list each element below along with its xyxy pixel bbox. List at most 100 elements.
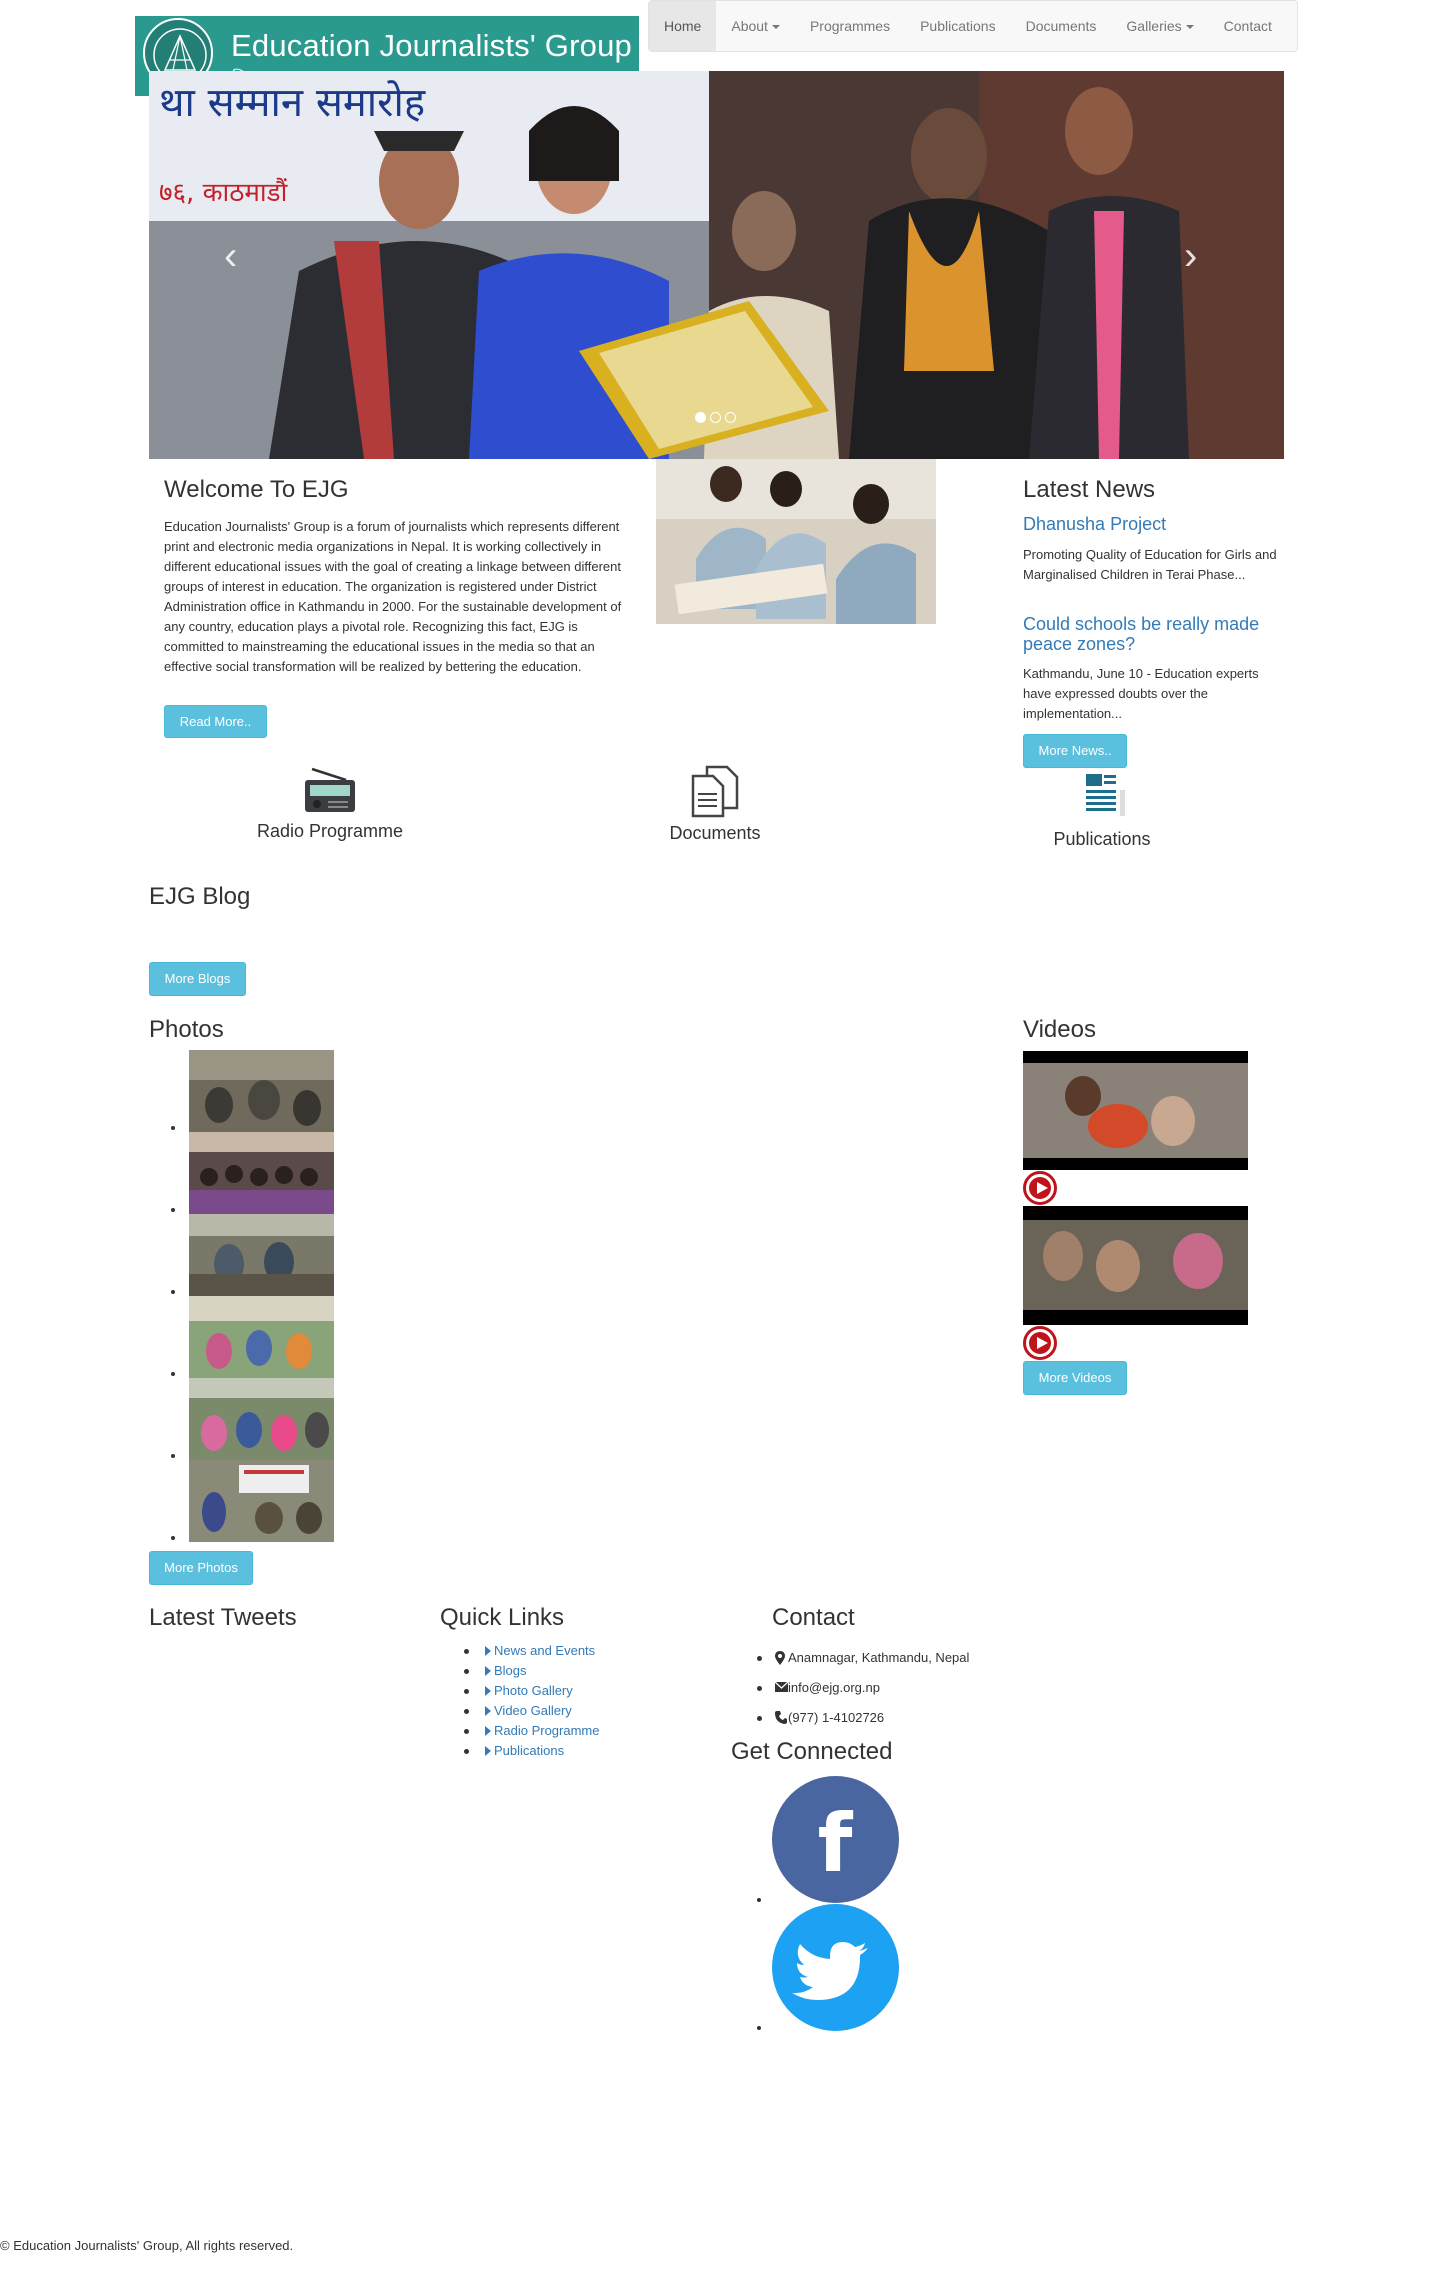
chevron-right-icon xyxy=(485,1666,491,1676)
video-thumbnail[interactable] xyxy=(1023,1206,1248,1325)
more-videos-button[interactable]: More Videos xyxy=(1023,1361,1127,1395)
nav-about-label: About xyxy=(731,18,768,34)
quick-link-label: News and Events xyxy=(494,1643,596,1658)
documents-icon xyxy=(691,765,739,818)
facebook-letter: f xyxy=(818,1797,854,1890)
list-bullet xyxy=(464,1729,469,1734)
list-bullet xyxy=(464,1649,469,1654)
photo-item[interactable] xyxy=(149,1050,349,1132)
radio-icon xyxy=(305,767,355,812)
list-bullet xyxy=(464,1669,469,1674)
welcome-title: Welcome To EJG xyxy=(164,476,349,503)
photo-thumbnail[interactable] xyxy=(189,1132,334,1214)
feature-radio-label: Radio Programme xyxy=(256,821,404,841)
nav-publications-label: Publications xyxy=(920,18,996,34)
photo-item[interactable] xyxy=(149,1132,349,1214)
list-bullet xyxy=(757,1656,762,1661)
list-bullet xyxy=(757,1686,762,1691)
quick-links-list: News and Events Blogs Photo Gallery Vide… xyxy=(462,1641,600,1761)
feature-documents-label: Documents xyxy=(669,823,761,843)
nav-contact[interactable]: Contact xyxy=(1209,1,1287,51)
list-bullet xyxy=(171,1372,175,1376)
nav-programmes[interactable]: Programmes xyxy=(795,1,905,51)
more-blogs-button[interactable]: More Blogs xyxy=(149,962,246,996)
nav-home[interactable]: Home xyxy=(649,1,717,51)
carousel-indicator[interactable] xyxy=(695,412,706,423)
carousel-indicator[interactable] xyxy=(710,412,721,423)
feature-documents[interactable]: Documents xyxy=(605,764,825,844)
quick-link-label: Publications xyxy=(494,1743,565,1758)
news-item-title[interactable]: Dhanusha Project xyxy=(1023,514,1283,534)
video-thumbnail[interactable] xyxy=(1023,1051,1248,1170)
photo-thumbnail[interactable] xyxy=(189,1378,334,1460)
photo-item[interactable] xyxy=(149,1460,349,1542)
quick-link-label: Photo Gallery xyxy=(494,1683,573,1698)
welcome-text: Education Journalists' Group is a forum … xyxy=(164,519,622,674)
publications-icon xyxy=(1082,771,1125,819)
news-item-text: Kathmandu, June 10 - Education experts h… xyxy=(1023,666,1259,721)
chevron-right-icon xyxy=(485,1686,491,1696)
feature-publications-label: Publications xyxy=(1053,829,1151,849)
photo-thumbnail[interactable] xyxy=(189,1296,334,1378)
chevron-right-icon xyxy=(485,1726,491,1736)
nav-programmes-label: Programmes xyxy=(809,18,891,34)
quick-links-title: Quick Links xyxy=(440,1604,565,1631)
copyright: © Education Journalists' Group, All righ… xyxy=(0,2238,294,2253)
list-bullet xyxy=(757,2026,761,2030)
carousel-indicator[interactable] xyxy=(725,412,736,423)
quick-link-label: Video Gallery xyxy=(494,1703,572,1718)
caret-down-icon xyxy=(1185,25,1194,30)
contact-phone-text: (977) 1-4102726 xyxy=(788,1710,885,1725)
photos-title: Photos xyxy=(149,1016,224,1043)
nav-about[interactable]: About xyxy=(716,1,795,51)
carousel-indicators xyxy=(695,412,736,423)
quick-link[interactable]: Photo Gallery xyxy=(462,1681,600,1701)
quick-link[interactable]: Radio Programme xyxy=(462,1721,600,1741)
list-bullet xyxy=(171,1536,175,1540)
carousel-next-button[interactable]: › xyxy=(1184,236,1197,276)
twitter-icon[interactable] xyxy=(772,1904,899,2031)
envelope-icon xyxy=(775,1681,788,1692)
videos-title: Videos xyxy=(1023,1016,1096,1043)
carousel-prev-button[interactable]: ‹ xyxy=(224,236,237,276)
chevron-right-icon xyxy=(485,1646,491,1656)
list-bullet xyxy=(464,1689,469,1694)
play-icon[interactable] xyxy=(1023,1171,1057,1205)
hero-carousel: था सम्मान समारोह ७६, काठमाडौं ‹ › xyxy=(149,71,1284,459)
facebook-icon[interactable]: f xyxy=(772,1776,899,1903)
nav-galleries-label: Galleries xyxy=(1126,18,1182,34)
photo-item[interactable] xyxy=(149,1378,349,1460)
more-photos-button[interactable]: More Photos xyxy=(149,1551,253,1585)
photo-item[interactable] xyxy=(149,1214,349,1296)
nav-documents-label: Documents xyxy=(1025,18,1097,34)
photo-thumbnail[interactable] xyxy=(189,1460,334,1542)
caret-down-icon xyxy=(771,25,780,30)
contact-email-text[interactable]: info@ejg.org.np xyxy=(788,1678,880,1698)
list-bullet xyxy=(171,1454,175,1458)
list-bullet xyxy=(757,1716,762,1721)
photo-item[interactable] xyxy=(149,1296,349,1378)
more-news-button[interactable]: More News.. xyxy=(1023,734,1127,768)
nav-publications[interactable]: Publications xyxy=(905,1,1011,51)
play-icon[interactable] xyxy=(1023,1326,1057,1360)
list-bullet xyxy=(171,1126,175,1130)
feature-radio-programme[interactable]: Radio Programme xyxy=(220,766,440,842)
quick-link[interactable]: Publications xyxy=(462,1741,600,1761)
quick-link[interactable]: News and Events xyxy=(462,1641,600,1661)
quick-link[interactable]: Blogs xyxy=(462,1661,600,1681)
latest-news-title: Latest News xyxy=(1023,476,1156,503)
students-image xyxy=(656,459,936,624)
photo-thumbnail[interactable] xyxy=(189,1050,334,1132)
news-item-title[interactable]: Could schools be really made peace zones… xyxy=(1023,614,1283,654)
feature-publications[interactable]: Publications xyxy=(992,768,1212,850)
banner-text-date: ७६, काठमाडौं xyxy=(159,177,289,208)
nav-documents[interactable]: Documents xyxy=(1011,1,1112,51)
quick-link[interactable]: Video Gallery xyxy=(462,1701,600,1721)
read-more-button[interactable]: Read More.. xyxy=(164,705,267,738)
quick-link-label: Blogs xyxy=(494,1663,527,1678)
photo-thumbnail[interactable] xyxy=(189,1214,334,1296)
nav-galleries[interactable]: Galleries xyxy=(1111,1,1208,51)
contact-title: Contact xyxy=(772,1604,855,1631)
list-bullet xyxy=(757,1898,761,1902)
logo-title: Education Journalists' Group xyxy=(231,28,632,63)
